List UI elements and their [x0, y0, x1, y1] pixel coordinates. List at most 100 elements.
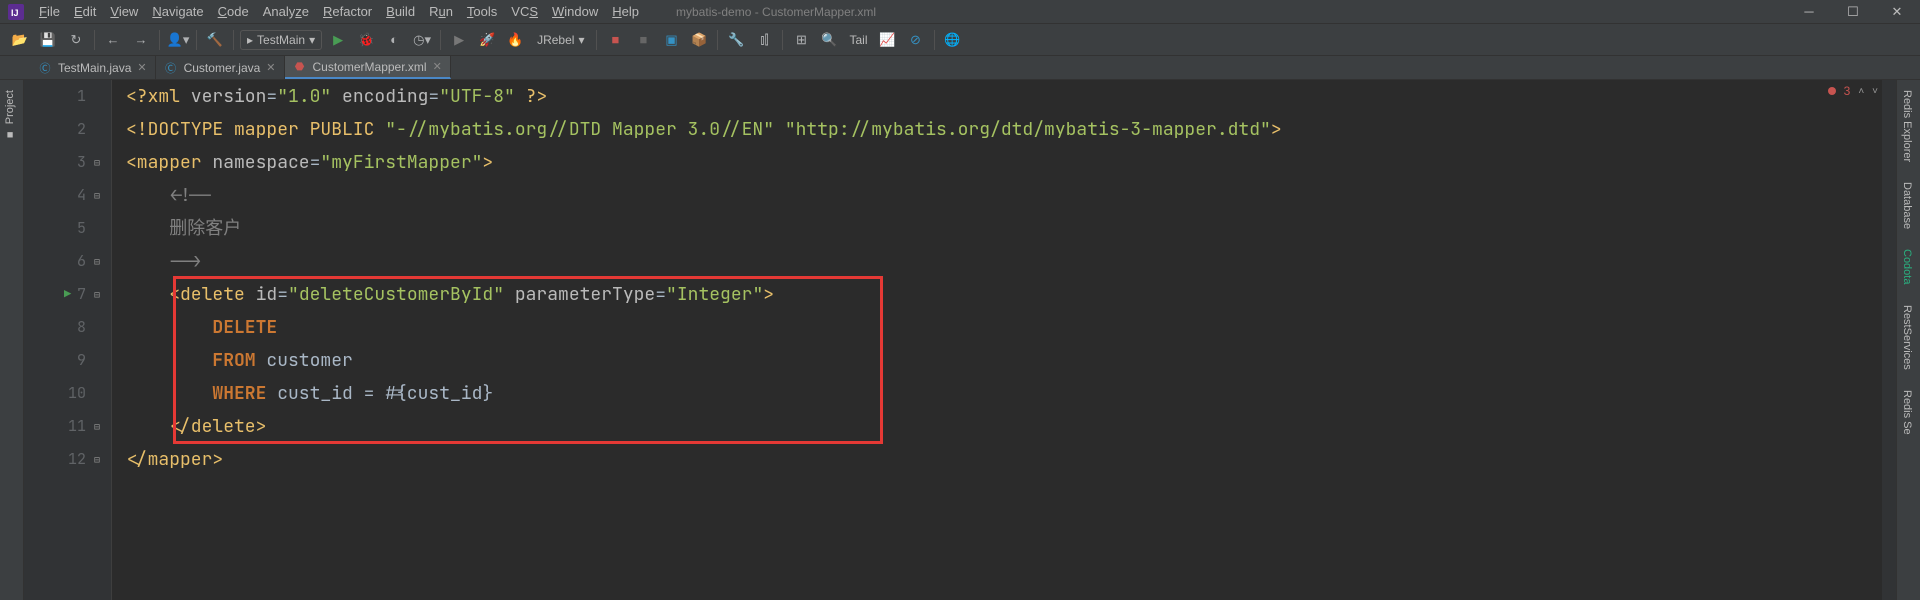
- error-dot-icon: [1828, 87, 1836, 95]
- run-gutter-icon[interactable]: ▶: [64, 278, 71, 311]
- fold-close-icon[interactable]: ⊟: [94, 245, 100, 278]
- line-number: 3: [46, 146, 86, 179]
- line-number: 2: [46, 113, 86, 146]
- chart-icon[interactable]: 📈: [876, 28, 900, 52]
- separator: [440, 30, 441, 50]
- avatar-icon[interactable]: 👤▾: [166, 28, 190, 52]
- tab-testmain[interactable]: Ⓒ TestMain.java ✕: [30, 56, 156, 79]
- run-config-icon: ▸: [247, 33, 253, 47]
- run-icon[interactable]: ▶: [326, 28, 350, 52]
- separator: [94, 30, 95, 50]
- layers-icon[interactable]: ▣: [659, 28, 683, 52]
- editor-area[interactable]: 3 ˄ ˅ 1 <?xml version="1.0" encoding="UT…: [24, 80, 1896, 600]
- tab-label: CustomerMapper.xml: [313, 60, 427, 74]
- line-number: 8: [46, 311, 86, 344]
- line-number: 1: [46, 80, 86, 113]
- project-label: Project: [4, 90, 16, 124]
- close-icon[interactable]: ✕: [266, 61, 275, 74]
- chevron-down-icon: ▾: [309, 33, 315, 47]
- tab-customer[interactable]: Ⓒ Customer.java ✕: [156, 56, 285, 79]
- menu-tools[interactable]: Tools: [460, 0, 504, 24]
- line-number: 12: [46, 443, 86, 476]
- window-maximize[interactable]: ☐: [1846, 4, 1860, 20]
- tab-customermapper[interactable]: ⬣ CustomerMapper.xml ✕: [285, 56, 451, 79]
- close-icon[interactable]: ✕: [433, 60, 442, 73]
- stop-icon[interactable]: ■: [603, 28, 627, 52]
- class-icon: Ⓒ: [38, 61, 52, 75]
- structure-icon[interactable]: ⫾⫿: [752, 28, 776, 52]
- line-number: 10: [46, 377, 86, 410]
- chevron-down-icon: ▾: [578, 33, 584, 47]
- redis-explorer-button[interactable]: Redis Explorer: [1897, 80, 1917, 172]
- tab-label: TestMain.java: [58, 61, 131, 75]
- disable-icon[interactable]: ⊘: [904, 28, 928, 52]
- project-tool-button[interactable]: ■ Project: [0, 80, 20, 150]
- jrebel2-icon[interactable]: 🔥: [503, 28, 527, 52]
- save-icon[interactable]: 💾: [36, 28, 60, 52]
- chevron-up-icon[interactable]: ˄: [1858, 86, 1864, 97]
- separator: [596, 30, 597, 50]
- fold-open-icon[interactable]: ⊟: [94, 278, 100, 311]
- stop2-icon[interactable]: ■: [631, 28, 655, 52]
- restservices-button[interactable]: RestServices: [1897, 295, 1917, 380]
- tail-label[interactable]: Tail: [845, 33, 871, 47]
- close-icon[interactable]: ✕: [137, 61, 146, 74]
- menu-navigate[interactable]: Navigate: [145, 0, 210, 24]
- fold-open-icon[interactable]: ⊟: [94, 179, 100, 212]
- menu-file[interactable]: File: [32, 0, 67, 24]
- hammer-icon[interactable]: 🔨: [203, 28, 227, 52]
- redis-se-button[interactable]: Redis Se: [1897, 380, 1917, 445]
- separator: [159, 30, 160, 50]
- menu-edit[interactable]: Edit: [67, 0, 103, 24]
- database-button[interactable]: Database: [1897, 172, 1917, 239]
- window-minimize[interactable]: ─: [1802, 4, 1816, 20]
- jrebel-icon[interactable]: 🚀: [475, 28, 499, 52]
- class-icon: Ⓒ: [164, 61, 178, 75]
- wrench-icon[interactable]: 🔧: [724, 28, 748, 52]
- fold-close-icon[interactable]: ⊟: [94, 443, 100, 476]
- separator: [233, 30, 234, 50]
- window-close[interactable]: ✕: [1890, 4, 1904, 20]
- box-icon[interactable]: 📦: [687, 28, 711, 52]
- line-number: 5: [46, 212, 86, 245]
- menu-analyze[interactable]: Analyze: [256, 0, 316, 24]
- codota-button[interactable]: Codota: [1897, 239, 1917, 294]
- menu-build[interactable]: Build: [379, 0, 422, 24]
- svg-text:IJ: IJ: [11, 8, 19, 18]
- line-number: 11: [46, 410, 86, 443]
- translate-icon[interactable]: 🌐: [941, 28, 965, 52]
- line-number: 9: [46, 344, 86, 377]
- grid-icon[interactable]: ⊞: [789, 28, 813, 52]
- jrebel-label: JRebel: [537, 33, 574, 47]
- back-icon[interactable]: ←: [101, 28, 125, 52]
- error-stripe: [1882, 80, 1896, 600]
- debug-icon[interactable]: 🐞: [354, 28, 378, 52]
- menu-run[interactable]: Run: [422, 0, 460, 24]
- jrebel-dropdown[interactable]: JRebel ▾: [531, 31, 590, 49]
- project-icon: ■: [4, 128, 16, 140]
- tab-label: Customer.java: [184, 61, 261, 75]
- profile-icon[interactable]: ◷▾: [410, 28, 434, 52]
- menu-code[interactable]: Code: [211, 0, 256, 24]
- coverage-icon[interactable]: ◐: [382, 28, 406, 52]
- error-count: 3: [1844, 84, 1851, 98]
- menu-refactor[interactable]: Refactor: [316, 0, 379, 24]
- menu-help[interactable]: Help: [605, 0, 646, 24]
- separator: [934, 30, 935, 50]
- window-title: mybatis-demo - CustomerMapper.xml: [676, 5, 876, 19]
- menu-vcs[interactable]: VCS: [504, 0, 545, 24]
- fold-close-icon[interactable]: ⊟: [94, 410, 100, 443]
- run-config-dropdown[interactable]: ▸ TestMain ▾: [240, 30, 322, 50]
- forward-icon[interactable]: →: [129, 28, 153, 52]
- menu-window[interactable]: Window: [545, 0, 605, 24]
- run-right-icon[interactable]: ▶: [447, 28, 471, 52]
- open-icon[interactable]: 📂: [8, 28, 32, 52]
- chevron-down-icon[interactable]: ˅: [1872, 86, 1878, 97]
- menu-view[interactable]: View: [103, 0, 145, 24]
- code-content[interactable]: 1 <?xml version="1.0" encoding="UTF-8" ?…: [112, 80, 1882, 600]
- fold-open-icon[interactable]: ⊟: [94, 146, 100, 179]
- separator: [717, 30, 718, 50]
- refresh-icon[interactable]: ↻: [64, 28, 88, 52]
- app-icon: IJ: [8, 4, 24, 20]
- search-icon[interactable]: 🔍: [817, 28, 841, 52]
